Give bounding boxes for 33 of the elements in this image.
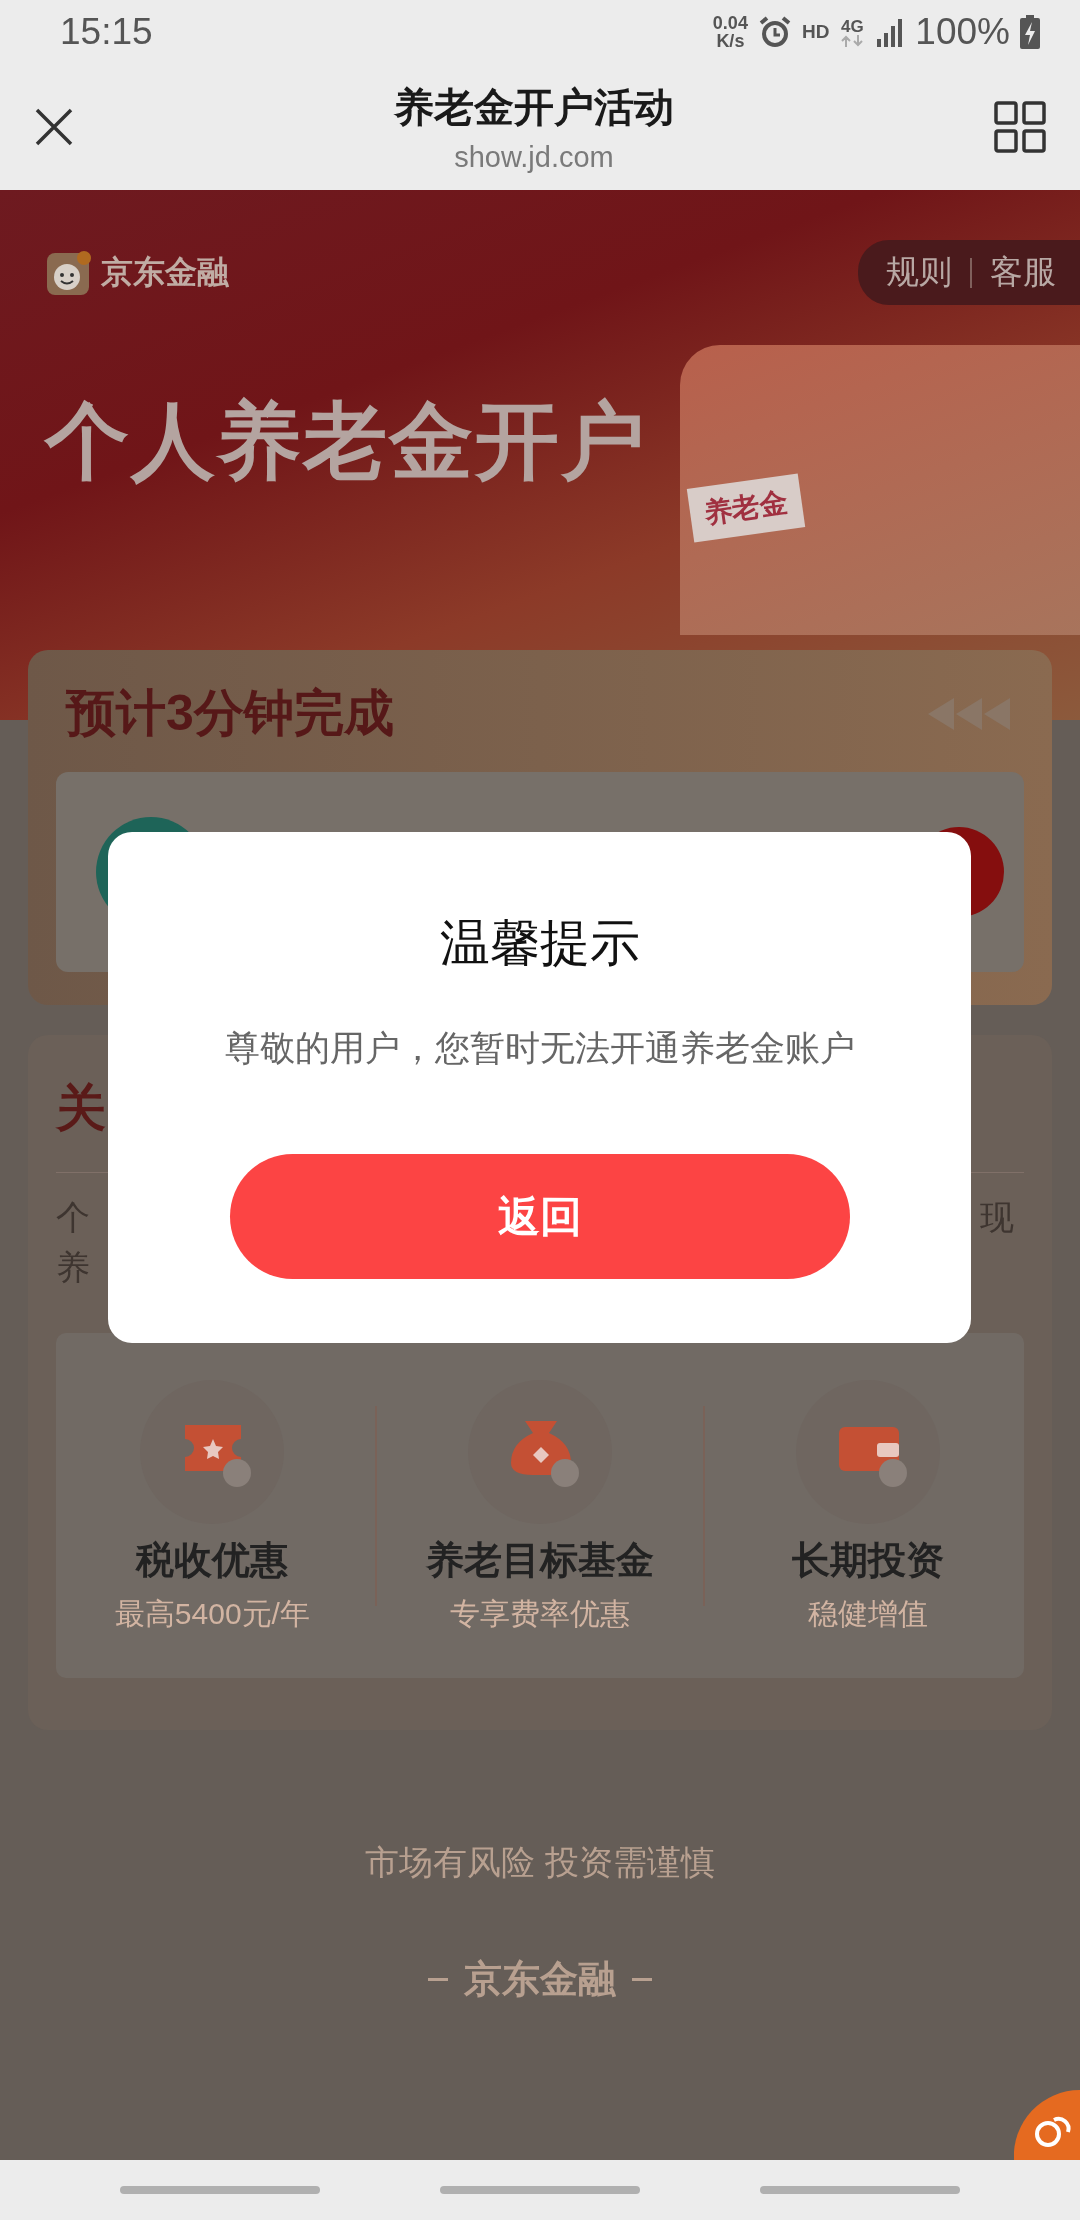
page-title: 养老金开户活动 bbox=[394, 84, 674, 131]
battery-charging-icon bbox=[1020, 15, 1040, 49]
illustration-tag: 养老金 bbox=[686, 473, 806, 543]
dialog-message: 尊敬的用户，您暂时无法开通养老金账户 bbox=[224, 1027, 855, 1069]
network-speed-unit: K/s bbox=[716, 32, 745, 50]
page-url: show.jd.com bbox=[454, 141, 614, 174]
section-heading: 关 bbox=[56, 1079, 107, 1138]
network-type: 4G bbox=[841, 17, 864, 35]
mascot-logo-icon bbox=[45, 248, 93, 297]
banner-headline: 个人养老金开户 bbox=[45, 393, 647, 490]
feature-title: 长期投资 bbox=[791, 1537, 944, 1583]
risk-disclaimer: 市场有风险 投资需谨慎 bbox=[365, 1842, 715, 1883]
feature-title: 税收优惠 bbox=[136, 1537, 289, 1583]
battery-percent: 100% bbox=[915, 11, 1010, 53]
footer-brand: 京东金融 bbox=[464, 1957, 616, 2002]
grid-icon bbox=[994, 101, 1046, 153]
header-link[interactable]: 客服 bbox=[990, 250, 1056, 295]
feature-subtitle: 稳健增值 bbox=[807, 1595, 928, 1632]
steps-title: 预计3分钟完成 bbox=[66, 684, 394, 743]
feature-subtitle: 最高5400元/年 bbox=[114, 1595, 310, 1632]
feature-title: 养老目标基金 bbox=[426, 1537, 654, 1583]
network-speed: 0.04 bbox=[712, 14, 748, 32]
header-link[interactable]: 规则 bbox=[886, 250, 952, 295]
data-arrows-icon bbox=[839, 34, 866, 47]
floating-chat-icon[interactable] bbox=[1014, 2090, 1080, 2160]
close-icon bbox=[34, 107, 74, 147]
status-time: 15:15 bbox=[60, 11, 153, 53]
hd-indicator: HD bbox=[801, 21, 830, 43]
back-button[interactable]: 返回 bbox=[229, 1154, 850, 1279]
alarm-icon bbox=[757, 15, 792, 49]
dialog-title: 温馨提示 bbox=[439, 914, 640, 973]
brand-name: 京东金融 bbox=[101, 252, 229, 292]
feature-subtitle: 专享费率优惠 bbox=[450, 1595, 630, 1632]
